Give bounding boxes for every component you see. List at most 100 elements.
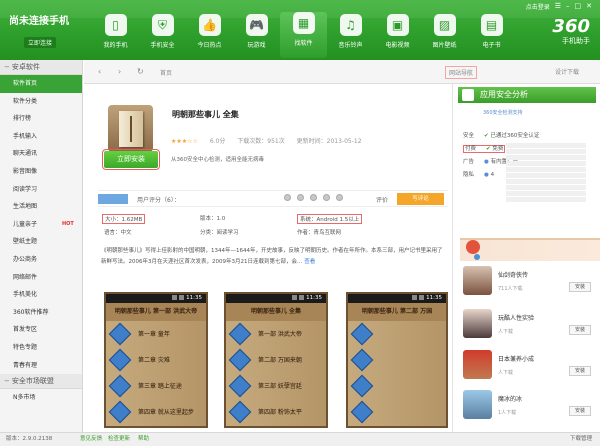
sidebar-item-home[interactable]: 软件首页 [0, 75, 82, 93]
chapter-item: 第四章 就从这里起步 [106, 399, 206, 425]
rate-label: 评价 [376, 197, 389, 204]
install-small-button[interactable]: 安装 [569, 325, 591, 335]
screenshot-2[interactable]: 11:35 明朝那些事儿 全集 第一部 洪武大帝 第二部 万国来朝 第三部 妖孽… [224, 292, 328, 428]
install-small-button[interactable]: 安装 [569, 282, 591, 292]
film-icon: ▣ [386, 14, 409, 36]
check-icon: ✔ [484, 133, 489, 139]
version-label: 版本：2.9.0.2138 [6, 436, 53, 442]
screenshot-1[interactable]: 11:35 明朝那些事儿 第一部 洪武大帝 第一章 童年 第二章 灾难 第三章 … [104, 292, 208, 428]
app-system: 系统：Android 1.5以上 [297, 214, 363, 224]
install-button[interactable]: 立即安装 [102, 149, 160, 170]
refresh-icon[interactable]: ↻ [137, 67, 144, 76]
chapter-item [348, 373, 446, 399]
nav-ebook[interactable]: ▤ 电子书 [468, 14, 515, 58]
app-score: 6.0分 [209, 138, 226, 145]
chapter-item [348, 399, 446, 425]
install-small-button[interactable]: 安装 [569, 406, 591, 416]
info-icon: ● [484, 172, 489, 178]
feedback-link[interactable]: 意见反馈 [80, 433, 102, 446]
rating-tag [98, 194, 128, 204]
nav-my-phone[interactable]: ▯ 我的手机 [92, 14, 139, 58]
download-manager-link[interactable]: 下载管理 [570, 433, 592, 446]
recommend-item[interactable]: 玩酷人性实验 人下载 安装 [463, 309, 600, 339]
nav-find-software[interactable]: ▦ 找软件 [280, 12, 327, 58]
phone-status-bar: 11:35 [226, 294, 326, 303]
login-link[interactable]: 点击登录 [526, 2, 550, 11]
more-link[interactable]: 查看 [304, 259, 315, 265]
chapter-item: 第三章 踏上征途 [106, 373, 206, 399]
sidebar-item-kids[interactable]: 儿童亲子 HOT [0, 216, 82, 234]
rating-radio[interactable] [336, 194, 343, 201]
security-panel-header: 应用安全分析 [458, 87, 596, 103]
avatar [463, 390, 492, 419]
sidebar-item-special[interactable]: 特色专题 [0, 339, 82, 357]
nav-link-sites[interactable]: 网站导航 [445, 66, 478, 79]
screenshot-3[interactable]: 11:35 明朝那些事儿 第二部 万国 [346, 292, 448, 428]
rating-radio[interactable] [310, 194, 317, 201]
rating-radio[interactable] [323, 194, 330, 201]
window-controls: 点击登录 ☰ – □ ✕ [526, 2, 592, 11]
main-nav: ▯ 我的手机 ⛨ 手机安全 👍 今日热点 🎮 玩游戏 ▦ 找软件 ♫ 音乐铃声 ▣ 电影视频 … [92, 12, 515, 60]
write-comment-button[interactable]: 写评论 [397, 193, 444, 205]
sidebar-item-network[interactable]: 网络邮件 [0, 269, 82, 287]
nav-games[interactable]: 🎮 玩游戏 [233, 14, 280, 58]
nav-video[interactable]: ▣ 电影视频 [374, 14, 421, 58]
rating-radio[interactable] [284, 194, 291, 201]
sidebar-item-media[interactable]: 影音图像 [0, 163, 82, 181]
sidebar-item-life-map[interactable]: 生活地图 [0, 198, 82, 216]
app-logo: 360 手机助手 [552, 18, 590, 46]
phone-icon: ▯ [104, 14, 127, 36]
rating-options [284, 194, 343, 201]
sidebar-item-reading[interactable]: 阅读学习 [0, 181, 82, 199]
sidebar-item-themes[interactable]: 壁纸主题 [0, 233, 82, 251]
security-scan-note: 从360安全中心检测，适用全能无病毒 [171, 157, 264, 163]
friends-banner [460, 238, 600, 261]
chapter-item [348, 321, 446, 347]
nav-phone-security[interactable]: ⛨ 手机安全 [139, 14, 186, 58]
connect-phone-button[interactable]: 立即连接 [24, 37, 57, 48]
install-small-button[interactable]: 安装 [569, 366, 591, 376]
sidebar-item-input[interactable]: 手机输入 [0, 128, 82, 146]
sidebar-item-office[interactable]: 办公商务 [0, 251, 82, 269]
sidebar-item-ranking[interactable]: 排行榜 [0, 110, 82, 128]
forward-icon[interactable]: › [118, 67, 121, 76]
heart-icon [466, 240, 480, 254]
diamond-icon [228, 400, 252, 424]
security-panel: 应用安全分析 360安全检测支持 安全 ✔ 已通过360安全认证 付费 ✔ 免费 广… [452, 84, 600, 432]
menu-icon[interactable]: ☰ [555, 2, 561, 11]
maximize-icon[interactable]: □ [575, 2, 582, 11]
nav-music[interactable]: ♫ 音乐铃声 [327, 14, 374, 58]
sidebar-section-android[interactable]: − 安卓软件 [0, 60, 82, 75]
recommend-item[interactable]: 魔冰的冰 1人下载 安装 [463, 390, 600, 420]
logo-number: 360 [552, 16, 590, 37]
avatar [463, 309, 492, 338]
user-rating-bar: 用户评分（6）： 评价 写评论 [98, 190, 448, 207]
sidebar-item-youth[interactable]: 青春有理 [0, 357, 82, 375]
help-link[interactable]: 帮助 [138, 433, 149, 446]
breadcrumb-home[interactable]: 首页 [160, 68, 172, 77]
nav-wallpaper[interactable]: ▨ 图片壁纸 [421, 14, 468, 58]
diamond-icon [228, 374, 252, 398]
rating-radio[interactable] [297, 194, 304, 201]
nav-link-downloads[interactable]: 设计下载 [555, 67, 579, 76]
sidebar-item-category[interactable]: 软件分类 [0, 93, 82, 111]
sidebar-item-chat[interactable]: 聊天通讯 [0, 145, 82, 163]
recommend-item[interactable]: 日本兼养小成 人下载 安装 [463, 350, 600, 380]
phone-status-bar: 11:35 [106, 294, 206, 303]
diamond-icon [350, 348, 374, 372]
sidebar-item-first-release[interactable]: 首发专区 [0, 321, 82, 339]
check-update-link[interactable]: 检查更新 [108, 433, 130, 446]
back-icon[interactable]: ‹ [98, 67, 101, 76]
nav-today-hot[interactable]: 👍 今日热点 [186, 14, 233, 58]
sidebar-item-360-recommend[interactable]: 360软件推荐 [0, 304, 82, 322]
sidebar-section-market[interactable]: − 安全市场联盟 [0, 374, 82, 390]
chapter-item: 第三部 妖孽宫廷 [226, 373, 326, 399]
sidebar-item-markets[interactable]: N多市场 [0, 389, 82, 407]
chapter-item: 第四部 粉饰太平 [226, 399, 326, 425]
logo-name: 手机助手 [562, 37, 590, 45]
permission-chart [506, 142, 586, 217]
minimize-icon[interactable]: – [566, 2, 570, 11]
sidebar-item-beautify[interactable]: 手机美化 [0, 286, 82, 304]
recommend-item[interactable]: 仙剑奇侠传 711人下载 安装 [463, 266, 600, 296]
close-icon[interactable]: ✕ [586, 2, 592, 11]
